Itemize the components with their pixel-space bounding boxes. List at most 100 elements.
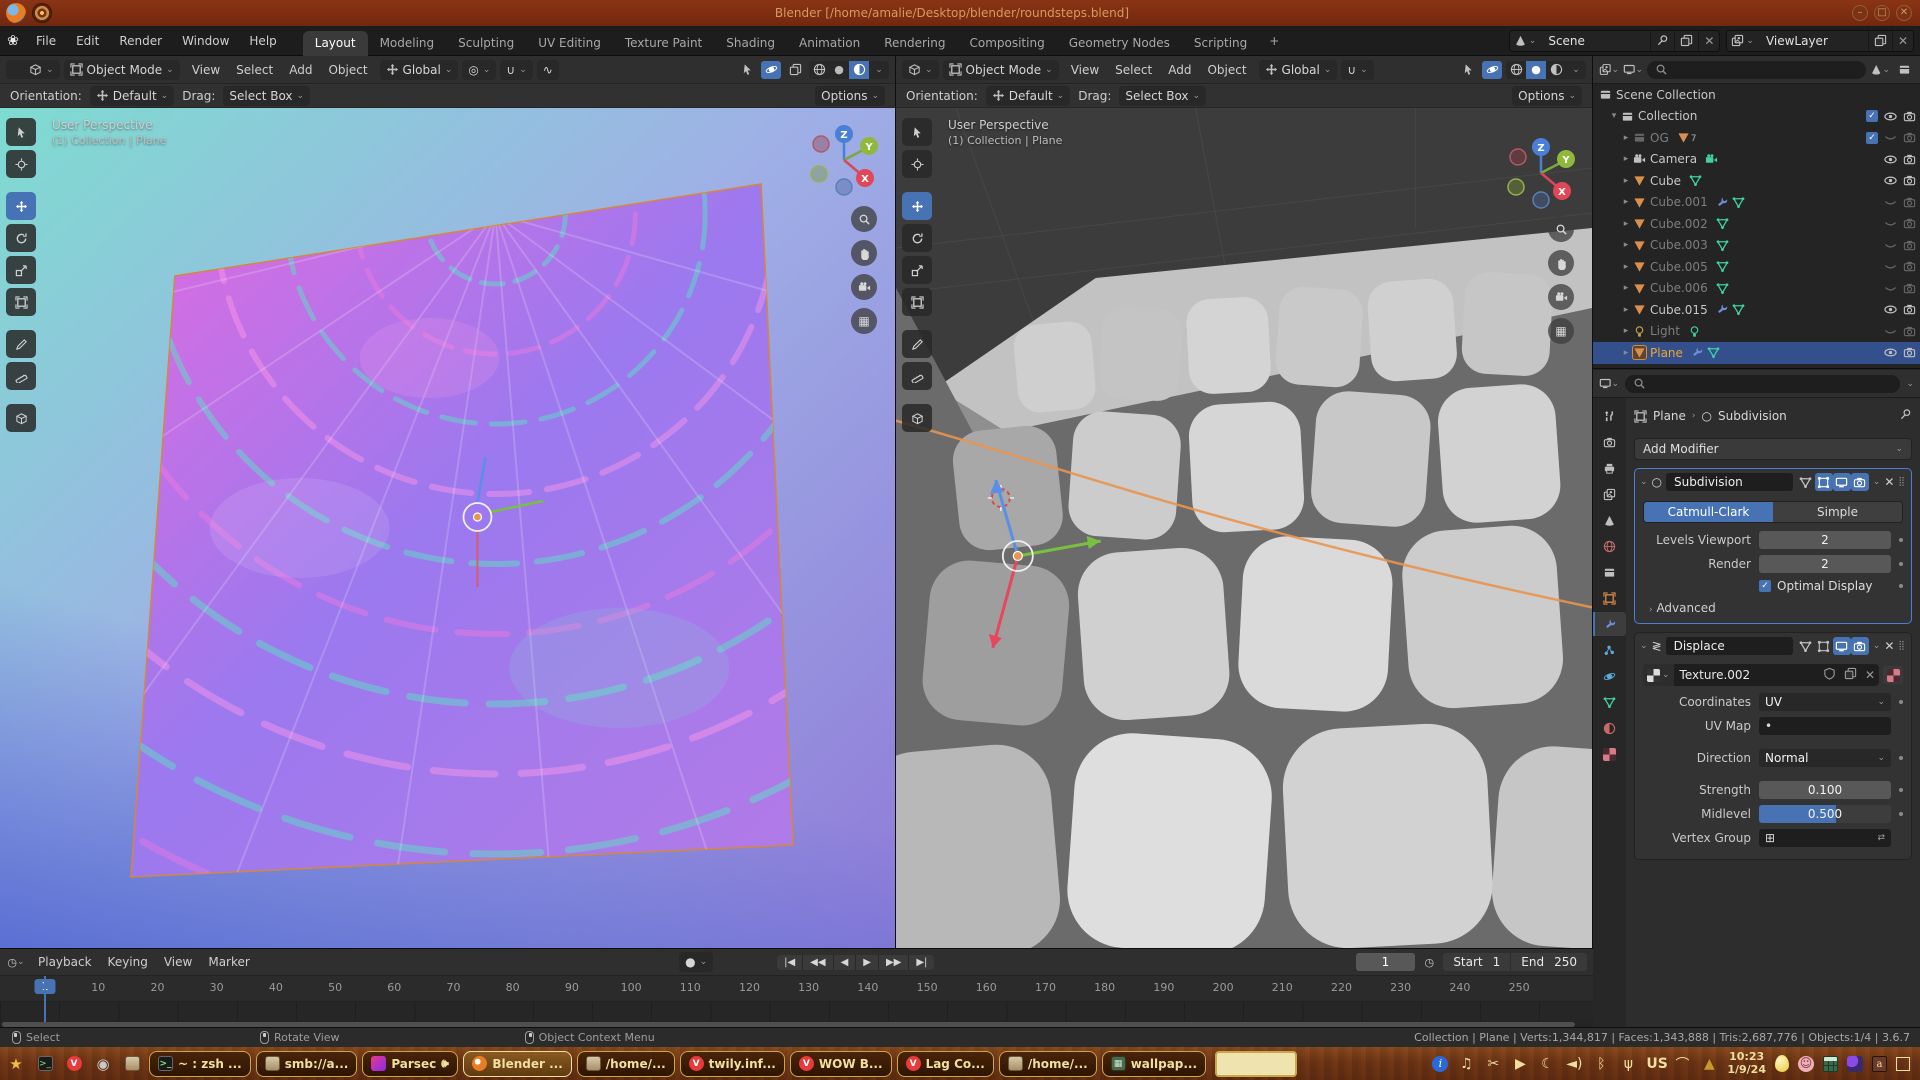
navigation-gizmo[interactable]: Z Y X (805, 118, 883, 196)
tab-view-layer[interactable] (1593, 482, 1626, 506)
outliner-search-input[interactable] (1647, 61, 1866, 79)
close-icon[interactable]: ✕ (1698, 31, 1719, 51)
tool-select-box[interactable] (902, 118, 932, 146)
tab-object[interactable] (1593, 586, 1626, 610)
ruler-frame-200[interactable]: 200 (1213, 981, 1234, 994)
shading-rendered-icon[interactable]: ⌄ (1566, 61, 1586, 79)
outliner-row-cube-002[interactable]: ▸Cube.002 (1593, 213, 1920, 235)
viewport-menu-item[interactable]: Object (1199, 60, 1254, 80)
properties-options-icon[interactable]: ⌄ (1906, 379, 1914, 389)
use-preview-range-icon[interactable]: ◷ (1419, 953, 1439, 971)
timeline-editor-icon[interactable]: ◷⌄ (6, 953, 26, 971)
render-camera-icon[interactable] (1903, 174, 1916, 187)
edit-mode-toggle[interactable] (1815, 473, 1833, 491)
workspace-tab[interactable]: Compositing (957, 31, 1056, 56)
viewport-menu-item[interactable]: View (184, 60, 228, 80)
camera-view-icon[interactable] (851, 274, 877, 300)
workspace-tab[interactable]: Sculpting (446, 31, 526, 56)
duplicate-icon[interactable] (1840, 667, 1861, 683)
render-camera-icon[interactable] (1903, 131, 1916, 144)
hide-eye-icon[interactable] (1884, 196, 1897, 209)
render-camera-icon[interactable] (1903, 239, 1916, 252)
auto-keying-button[interactable]: ●⌄ (679, 952, 713, 972)
advanced-section-toggle[interactable]: › Advanced (1649, 601, 1903, 615)
render-camera-icon[interactable] (1903, 282, 1916, 295)
workspace-tab[interactable]: Modeling (368, 31, 447, 56)
timeline-ruler[interactable]: 1102030405060708090100110120130140150160… (0, 976, 1593, 1002)
ruler-frame-20[interactable]: 20 (150, 981, 164, 994)
scene-name[interactable]: Scene (1540, 34, 1650, 48)
transport-button[interactable]: ▶| (909, 955, 934, 970)
tool-scale[interactable] (902, 256, 932, 284)
tab-world[interactable] (1593, 534, 1626, 558)
tool-rotate[interactable] (6, 224, 36, 252)
orientation-dropdown[interactable]: Default⌄ (986, 86, 1070, 106)
ruler-frame-100[interactable]: 100 (621, 981, 642, 994)
hide-eye-icon[interactable] (1884, 131, 1897, 144)
tab-material[interactable] (1593, 716, 1626, 740)
texture-name[interactable]: Texture.002 (1674, 668, 1819, 682)
ruler-frame-250[interactable]: 250 (1509, 981, 1530, 994)
taskbar-button-blender[interactable]: Blender ... (463, 1051, 571, 1077)
ruler-frame-150[interactable]: 150 (917, 981, 938, 994)
ruler-frame-210[interactable]: 210 (1272, 981, 1293, 994)
viewlayer-selector[interactable]: ⌄ ViewLayer ✕ (1726, 30, 1914, 52)
modifier-name-field[interactable]: Subdivision (1666, 473, 1793, 491)
transport-button[interactable]: ▶ (856, 955, 878, 970)
navigation-gizmo[interactable]: Z Y X (1502, 131, 1580, 209)
tab-texture[interactable] (1593, 742, 1626, 766)
exclude-checkbox[interactable]: ✓ (1866, 110, 1878, 122)
egg-timer-tray-icon[interactable] (1775, 1055, 1789, 1072)
taskbar-button-lag[interactable]: VLag Co... (897, 1051, 994, 1077)
render-camera-icon[interactable] (1903, 303, 1916, 316)
shading-wireframe-icon[interactable] (809, 61, 829, 79)
new-viewlayer-icon[interactable] (1868, 31, 1892, 51)
render-toggle[interactable] (1851, 637, 1869, 655)
transport-button[interactable]: ◀◀ (803, 955, 832, 970)
on-cage-toggle[interactable] (1797, 473, 1815, 491)
taskbar-button-home2[interactable]: /home/... (999, 1051, 1097, 1077)
breadcrumb-modifier[interactable]: Subdivision (1718, 409, 1787, 423)
wifi-tray-icon[interactable]: ⌒ (1673, 1054, 1691, 1074)
show-texture-in-texture-tab-icon[interactable] (1883, 666, 1903, 684)
outliner-row-cube[interactable]: ▸Cube (1593, 170, 1920, 192)
outliner-row-og[interactable]: ▸OG 7 ✓ (1593, 127, 1920, 149)
transport-button[interactable]: ◀ (834, 955, 856, 970)
taskbar-button-home1[interactable]: /home/... (577, 1051, 675, 1077)
ruler-frame-240[interactable]: 240 (1449, 981, 1470, 994)
zoom-icon[interactable] (1548, 216, 1574, 242)
close-icon[interactable]: ✕ (1892, 31, 1913, 51)
add-workspace-button[interactable]: + (1259, 29, 1289, 53)
mode-selector[interactable]: Object Mode⌄ (943, 60, 1059, 80)
drag-handle[interactable]: ⣿ (1898, 477, 1906, 487)
render-levels-field[interactable]: 2 (1759, 555, 1891, 573)
ruler-frame-130[interactable]: 130 (798, 981, 819, 994)
tab-collection[interactable] (1593, 560, 1626, 584)
window-close-button[interactable]: ✕ (1896, 5, 1912, 21)
levels-viewport-field[interactable]: 2 (1759, 531, 1891, 549)
hide-eye-icon[interactable] (1884, 260, 1897, 273)
shading-rendered-icon[interactable]: ⌄ (869, 61, 889, 79)
hide-eye-icon[interactable] (1884, 217, 1897, 230)
tool-select-box[interactable] (6, 118, 36, 146)
optimal-display-checkbox[interactable]: ✓ (1759, 580, 1771, 592)
render-camera-icon[interactable] (1903, 325, 1916, 338)
tool-annotate[interactable] (902, 330, 932, 358)
transport-button[interactable]: |◀ (777, 955, 802, 970)
render-camera-icon[interactable] (1903, 196, 1916, 209)
shading-wireframe-icon[interactable] (1506, 61, 1526, 79)
taskbar-button-smb[interactable]: smb://a... (256, 1051, 358, 1077)
collapse-icon[interactable]: ⌄ (1640, 477, 1648, 487)
filter-icon[interactable]: ⌄ (1870, 61, 1890, 79)
tool-transform[interactable] (6, 288, 36, 316)
camera-view-icon[interactable] (1548, 284, 1574, 310)
render-camera-icon[interactable] (1903, 260, 1916, 273)
drag-handle[interactable]: ⣿ (1898, 641, 1906, 651)
clipboard-scissors-tray-icon[interactable]: ✂ (1484, 1056, 1502, 1072)
terminal-launcher-icon[interactable]: >_ (33, 1052, 57, 1076)
show-gizmo-icon[interactable] (1458, 61, 1478, 79)
outliner-row-scene-collection[interactable]: Scene Collection (1593, 84, 1920, 106)
tool-measure[interactable] (902, 362, 932, 390)
mode-selector[interactable]: Object Mode⌄ (64, 60, 180, 80)
night-color-tray-icon[interactable]: ☾ (1538, 1056, 1556, 1072)
